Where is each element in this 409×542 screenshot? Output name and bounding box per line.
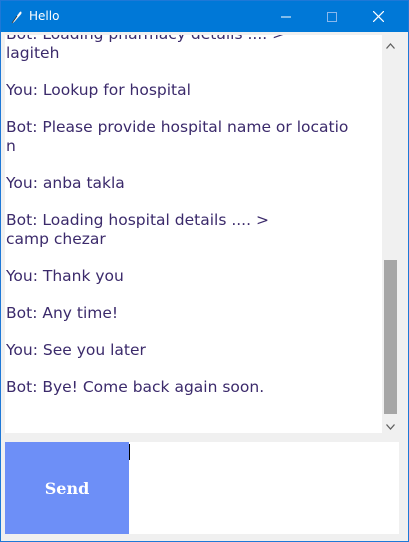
chat-log[interactable]: Bot: Loading pharmacy details .... >lagi… [5,35,382,433]
chat-message-line: Bot: Loading hospital details .... > [6,211,269,229]
chat-message: Bot: Please provide hospital name or loc… [5,118,382,156]
title-bar[interactable]: Hello [1,1,408,32]
chat-message-line: Bot: Loading pharmacy details .... > [5,35,382,44]
chat-message: You: anba takla [5,174,382,193]
feather-icon [9,9,23,24]
text-caret [129,444,130,460]
chat-message: You: Thank you [5,267,382,286]
chat-message-line: You: anba takla [6,174,125,192]
close-button[interactable] [355,1,401,32]
chevron-up-icon [386,34,395,53]
message-input[interactable] [129,442,399,534]
window-title: Hello [29,9,60,23]
chat-message: Bot: Loading pharmacy details .... >lagi… [5,35,382,63]
chat-message-line: n [6,137,16,155]
chat-message: Bot: Bye! Come back again soon. [5,378,382,397]
maximize-icon [327,7,337,26]
chat-message-line: Bot: Please provide hospital name or loc… [6,118,349,136]
app-window: Hello Bot: Loading pharmacy details ....… [0,0,409,542]
send-button[interactable]: Send [5,442,129,534]
chevron-down-icon [386,415,395,434]
chat-log-content: Bot: Loading pharmacy details .... >lagi… [5,35,382,415]
chat-message-line: You: Lookup for hospital [6,81,191,99]
chat-message-line: camp chezar [6,230,106,248]
scroll-up-button[interactable] [382,35,399,52]
chat-message-line: Bot: Any time! [6,304,119,322]
close-icon [372,7,384,26]
chat-message: You: Lookup for hospital [5,81,382,100]
chat-message-line: lagiteh [6,44,60,62]
minimize-button[interactable] [263,1,309,32]
chat-message-line: You: See you later [6,341,146,359]
chat-message: Bot: Loading hospital details .... > camp… [5,211,382,249]
chat-message-line: Bot: Bye! Come back again soon. [6,378,265,396]
chat-message: Bot: Any time! [5,304,382,323]
scroll-thumb[interactable] [384,260,397,414]
minimize-icon [281,7,291,26]
maximize-button[interactable] [309,1,355,32]
chat-message: You: See you later [5,341,382,360]
chat-scrollbar[interactable] [382,35,399,433]
scroll-down-button[interactable] [382,416,399,433]
chat-message-line: You: Thank you [6,267,124,285]
